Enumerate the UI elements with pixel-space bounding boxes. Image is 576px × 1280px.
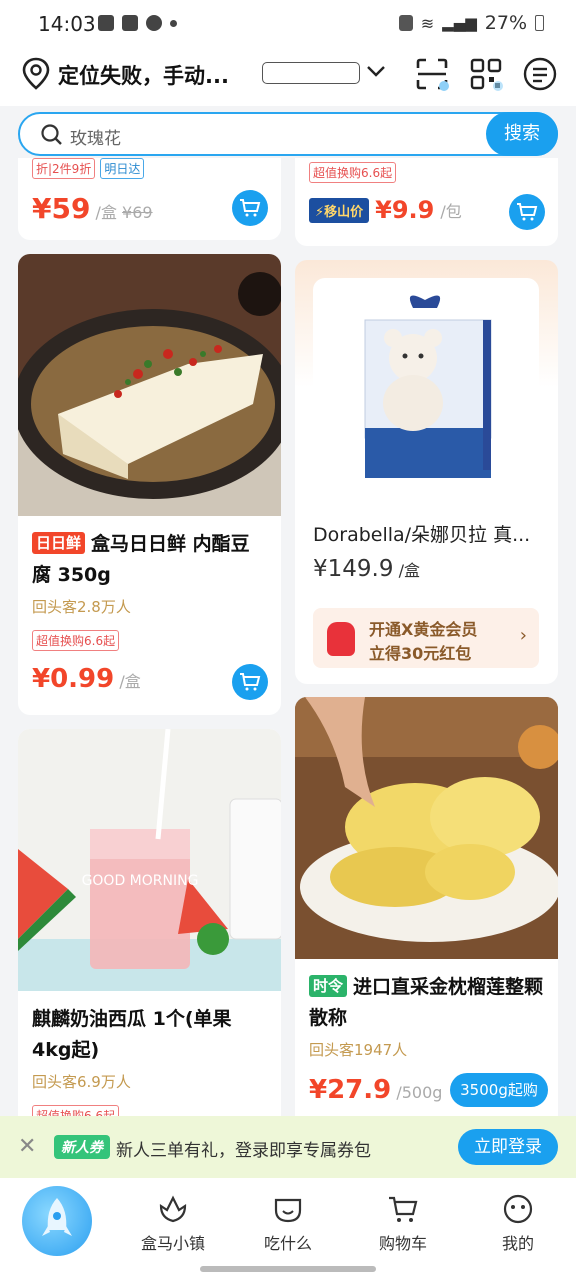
notification-icon (98, 15, 114, 31)
product-card[interactable]: 折|2件9折 明日达 ¥59 /盒 ¥69 (18, 158, 281, 240)
cup-text: GOOD MORNING (82, 873, 199, 889)
red-packet-icon (327, 622, 355, 656)
chevron-down-icon[interactable] (366, 64, 386, 78)
product-price: ¥0.99 (32, 664, 115, 694)
delivery-tag: 明日达 (100, 158, 145, 179)
tab-label: 盒马小镇 (140, 1234, 205, 1253)
scan-icon[interactable] (414, 56, 450, 92)
trade-up-tag: 超值换购6.6起 (309, 162, 397, 183)
cart-icon (240, 673, 261, 691)
search-bar[interactable]: 玫瑰花 搜索 (18, 112, 558, 156)
search-icon (41, 124, 62, 145)
product-title: 麒麟奶油西瓜 1个(单果4kg起) (32, 1008, 232, 1061)
tab-label: 购物车 (378, 1234, 427, 1253)
qr-code-icon[interactable] (468, 56, 504, 92)
bottom-tab-bar: 盒马小镇 吃什么 购物车 我的 (0, 1178, 576, 1280)
product-card[interactable]: GOOD MORNING 麒麟奶油西瓜 1个(单果4kg起) 回头客6.9万人 … (18, 729, 281, 1116)
cart-icon (240, 199, 261, 217)
battery-icon (535, 15, 544, 31)
mountain-price-badge: ⚡移山价 (309, 197, 370, 223)
tab-cart[interactable]: 购物车 (353, 1194, 453, 1254)
membership-promo[interactable]: 开通X黄金会员 立得30元红包 › (313, 608, 539, 668)
tab-label: 我的 (501, 1234, 534, 1253)
minimum-purchase-badge: 3500g起购 (450, 1073, 548, 1107)
trade-up-tag: 超值换购6.6起 (32, 1105, 120, 1116)
product-price: ¥59 (32, 192, 91, 225)
bowl-face-icon (274, 1198, 302, 1223)
status-time: 14:03 (38, 12, 96, 36)
product-unit: /500g (396, 1083, 443, 1102)
product-price: ¥149.9 (313, 556, 394, 582)
tab-what-to-eat[interactable]: 吃什么 (238, 1194, 338, 1254)
close-icon[interactable]: ✕ (18, 1134, 36, 1159)
gesture-bar[interactable] (200, 1266, 376, 1272)
battery-text: 27% (484, 12, 527, 34)
product-image-watermelon: GOOD MORNING (18, 729, 281, 991)
product-unit: /盒 (398, 561, 420, 580)
product-price: ¥27.9 (309, 1075, 392, 1105)
tab-hema-town[interactable]: 盒马小镇 (123, 1194, 223, 1254)
location-text[interactable]: 定位失败，手动... (58, 60, 240, 90)
product-title: Dorabella/朵娜贝拉 真... (313, 524, 531, 546)
chevron-right-icon: › (519, 625, 527, 646)
cart-icon (517, 203, 538, 221)
menu-icon[interactable] (522, 56, 558, 92)
product-card[interactable]: 日日鲜 盒马日日鲜 内酯豆腐 350g 回头客2.8万人 超值换购6.6起 ¥0.… (18, 254, 281, 715)
product-card[interactable]: 时令 进口直采金枕榴莲整颗 散称 回头客1947人 ¥27.9 /500g 350… (295, 697, 558, 1116)
login-button[interactable]: 立即登录 (458, 1129, 558, 1165)
product-image-bear (313, 278, 539, 502)
mute-icon (398, 15, 413, 31)
tab-label: 吃什么 (263, 1234, 312, 1253)
repeat-customers: 回头客2.8万人 (32, 598, 131, 616)
address-box[interactable] (262, 62, 360, 84)
new-user-coupon-bar: ✕ 新人券 新人三单有礼，登录即享专属券包 立即登录 (0, 1116, 576, 1178)
location-pin-icon[interactable] (20, 56, 52, 92)
tulip-icon (159, 1195, 187, 1223)
trade-up-tag: 超值换购6.6起 (32, 630, 120, 651)
product-unit: /包 (440, 202, 462, 221)
product-image-tofu (18, 254, 281, 516)
product-card[interactable]: Dorabella/朵娜贝拉 真... ¥149.9 /盒 开通X黄金会员 立得… (295, 260, 558, 684)
add-to-cart-button[interactable] (232, 664, 268, 700)
app-icon (146, 15, 162, 31)
new-user-coupon-chip: 新人券 (54, 1135, 110, 1159)
coupon-text: 新人三单有礼，登录即享专属券包 (116, 1141, 371, 1161)
add-to-cart-button[interactable] (509, 194, 545, 230)
gallery-icon (122, 15, 138, 31)
repeat-customers: 回头客1947人 (309, 1041, 408, 1059)
smiley-icon (503, 1194, 533, 1224)
system-icons: ≋ ▂▄▆ 27% (398, 12, 544, 34)
repeat-customers: 回头客6.9万人 (32, 1073, 131, 1091)
product-price: ¥9.9 (375, 196, 435, 224)
product-unit: /盒 (119, 672, 141, 691)
product-feed: 折|2件9折 明日达 ¥59 /盒 ¥69 超值换购6.6起 ⚡移山价 ¥9.9… (0, 158, 576, 1116)
search-input[interactable]: 玫瑰花 (70, 124, 121, 149)
product-card[interactable]: 超值换购6.6起 ⚡移山价 ¥9.9 /包 (295, 158, 558, 246)
status-bar: 14:03 ≋ ▂▄▆ 27% (0, 0, 576, 46)
signal-icon: ▂▄▆ (442, 14, 477, 32)
seasonal-badge: 时令 (309, 975, 348, 997)
promo-line-1: 开通X黄金会员 (369, 620, 478, 639)
add-to-cart-button[interactable] (232, 190, 268, 226)
original-price: ¥69 (122, 203, 153, 222)
rocket-icon (42, 1198, 72, 1236)
app-header: 定位失败，手动... (0, 46, 576, 106)
cart-icon (389, 1196, 418, 1222)
home-rocket-button[interactable] (22, 1186, 92, 1256)
discount-tag: 折|2件9折 (32, 158, 96, 179)
product-unit: /盒 (95, 203, 117, 222)
search-button[interactable]: 搜索 (486, 112, 558, 156)
more-dot-icon (170, 19, 177, 27)
promo-line-2: 立得30元红包 (369, 644, 472, 663)
tab-profile[interactable]: 我的 (468, 1194, 568, 1254)
product-image-durian (295, 697, 558, 959)
wifi-icon: ≋ (420, 13, 435, 33)
notification-icons (98, 15, 177, 31)
fresh-badge: 日日鲜 (32, 532, 86, 554)
